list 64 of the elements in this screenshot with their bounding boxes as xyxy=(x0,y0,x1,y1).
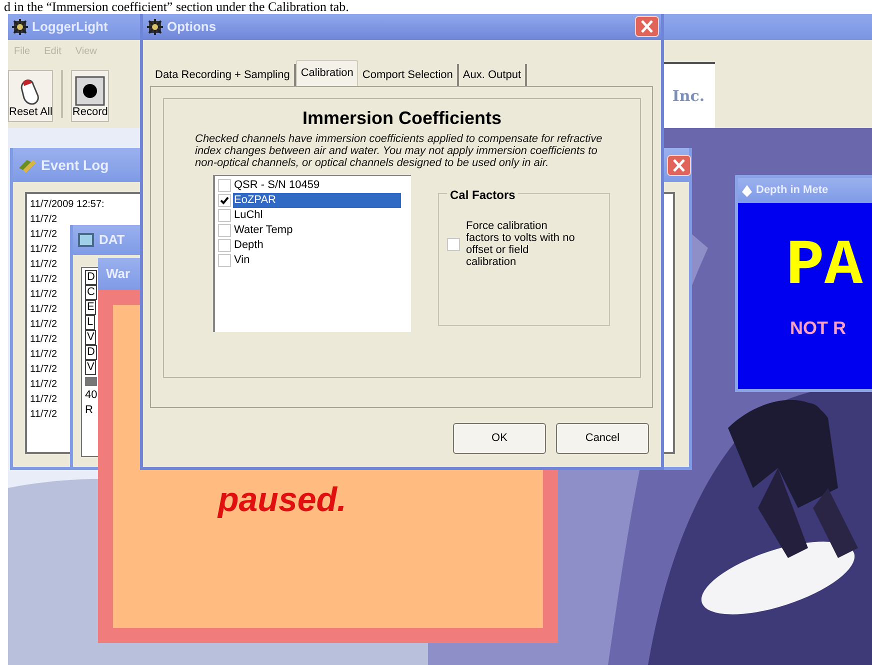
tab[interactable]: Calibration xyxy=(296,60,358,86)
checkbox[interactable] xyxy=(218,194,231,207)
data-text: R xyxy=(85,403,93,418)
record-icon xyxy=(75,76,106,106)
logo-text: Inc. xyxy=(672,86,705,107)
log-line: 11/7/2 xyxy=(30,273,58,287)
toolbar-button[interactable]: Reset All xyxy=(8,70,54,122)
log-line: 11/7/2 xyxy=(30,393,58,407)
dialog-button[interactable]: OK xyxy=(453,423,546,454)
log-line: 11/7/2 xyxy=(30,318,58,332)
monitor-icon xyxy=(77,232,95,248)
log-line: 11/7/2 xyxy=(30,258,58,272)
readout-value: PA xyxy=(786,231,863,303)
window-title: Options xyxy=(167,18,216,36)
alert-message: paused. xyxy=(218,481,346,519)
status-text: NOT R xyxy=(790,317,846,340)
row-marker xyxy=(85,377,97,386)
log-line: 11/7/2 xyxy=(30,333,58,347)
window-title: War xyxy=(106,265,130,284)
log-line: 11/7/2 xyxy=(30,408,58,422)
caption-text: d in the “Immersion coefficient” section under the Calibration tab. xyxy=(4,0,349,14)
checkbox[interactable] xyxy=(218,239,231,252)
close-button[interactable] xyxy=(635,16,659,37)
checkbox[interactable] xyxy=(447,238,460,251)
toolbar-button[interactable]: Record xyxy=(71,70,109,122)
data-text: 40 xyxy=(85,388,98,403)
list-item[interactable]: Vin xyxy=(233,253,251,268)
log-line: 11/7/2 xyxy=(30,288,58,302)
log-line: 11/7/2 xyxy=(30,363,58,377)
checkbox-label: Force calibration factors to volts with no offset or field calibration xyxy=(466,220,576,268)
diamond-icon xyxy=(741,184,753,198)
log-line: 11/7/2 xyxy=(30,213,58,227)
data-item: V xyxy=(85,330,96,345)
list-item[interactable]: Water Temp xyxy=(233,223,294,238)
log-line: 11/7/2 xyxy=(30,243,58,257)
window-title: Depth in Mete xyxy=(756,183,828,198)
data-item: C xyxy=(85,285,97,300)
data-item: D xyxy=(85,345,97,360)
log-line: 11/7/2 xyxy=(30,228,58,242)
window-title: DAT xyxy=(99,231,125,250)
dialog-button[interactable]: Cancel xyxy=(556,423,649,454)
window-title: LoggerLight xyxy=(32,18,108,36)
data-item: L xyxy=(85,315,96,330)
checkbox[interactable] xyxy=(218,179,231,192)
close-button[interactable] xyxy=(667,155,691,176)
log-line: 11/7/2 xyxy=(30,303,58,317)
app-icon xyxy=(147,19,163,35)
checkbox[interactable] xyxy=(218,209,231,222)
log-line: 11/7/2 xyxy=(30,348,58,362)
list-item[interactable]: QSR - S/N 10459 xyxy=(233,178,321,193)
data-item: E xyxy=(85,300,96,315)
list-item[interactable]: Depth xyxy=(233,238,264,253)
list-item[interactable]: LuChl xyxy=(233,208,264,223)
data-item: V xyxy=(85,360,96,375)
checkbox[interactable] xyxy=(218,224,231,237)
log-line: 11/7/2009 12:57: xyxy=(30,198,104,212)
section-heading: Immersion Coefficients xyxy=(302,107,502,129)
app-icon xyxy=(12,19,28,35)
checkbox[interactable] xyxy=(218,254,231,267)
description-text: Checked channels have immersion coefficients applied to compensate for refractive index changes between air and water. You may not apply immersion coefficients to non-optical channels, or optical channels designed to be used only in air. xyxy=(195,133,604,169)
window-title: Event Log xyxy=(41,156,109,175)
data-item: D xyxy=(85,270,97,285)
list-item[interactable]: EoZPAR xyxy=(233,193,401,208)
log-line: 11/7/2 xyxy=(30,378,58,392)
